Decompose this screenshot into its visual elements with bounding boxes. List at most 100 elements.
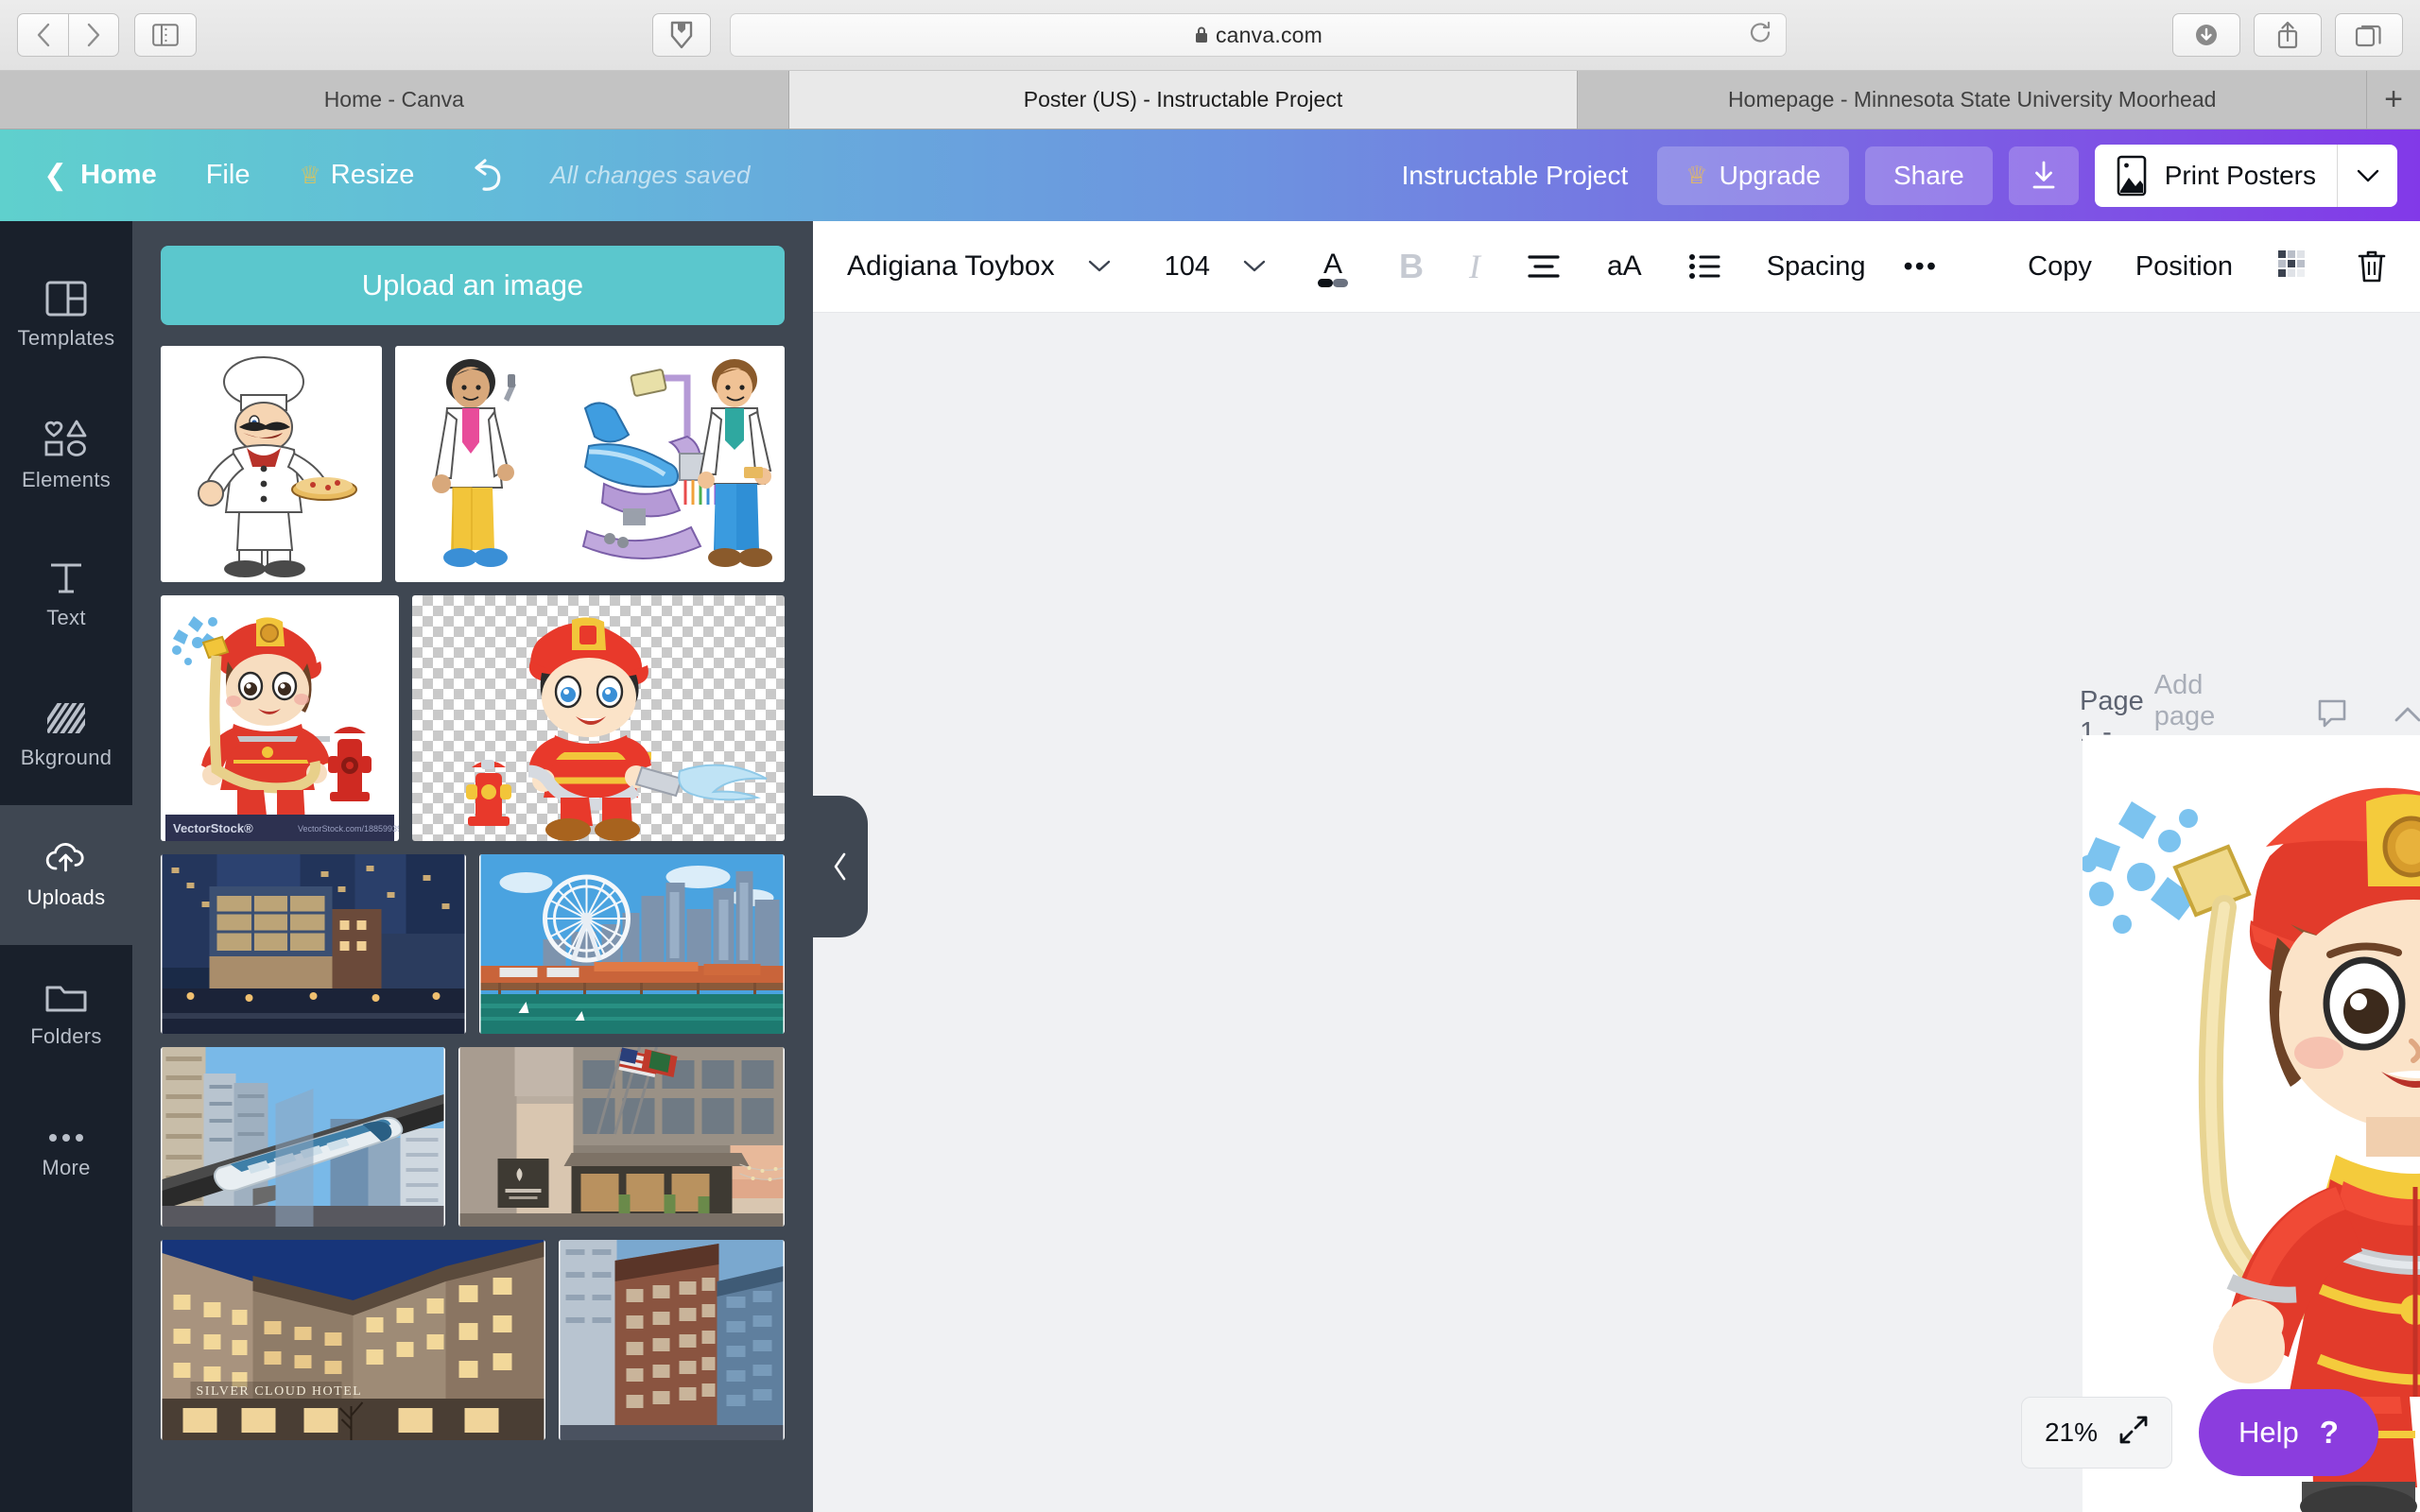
delete-button[interactable] [2356,248,2388,285]
home-button[interactable]: ❮ Home [43,159,157,192]
address-bar[interactable]: canva.com [730,13,1787,57]
share-button[interactable]: Share [1865,146,1993,205]
sidebar-item-bkground[interactable]: Bkground [0,665,132,805]
resize-label: Resize [330,160,415,190]
header-left-group: ❮ Home File ♕ Resize All changes saved [0,158,750,194]
new-tab-button[interactable]: + [2367,71,2420,129]
upgrade-label: Upgrade [1719,160,1821,190]
font-size-selector[interactable]: 104 [1165,251,1210,283]
print-dropdown-button[interactable] [2337,144,2397,207]
thumbnail-row [161,854,785,1034]
elements-icon [44,420,87,456]
background-icon [47,703,85,733]
sidebar-item-more[interactable]: More [0,1085,132,1225]
font-family-selector[interactable]: Adigiana Toybox [847,250,1055,283]
share-button[interactable] [2254,13,2322,57]
file-menu-button[interactable]: File [206,160,251,191]
spacing-button[interactable]: Spacing [1767,251,1866,283]
browser-tab-0[interactable]: Home - Canva [0,71,789,129]
tab-overview-icon [2355,25,2381,47]
sidebar-item-uploads[interactable]: Uploads [0,805,132,945]
chevron-left-icon: ❮ [43,160,68,191]
print-poster-icon [2095,155,2148,197]
collapse-panel-button[interactable] [813,796,868,937]
font-size-dropdown-button[interactable] [1242,253,1267,280]
copy-button[interactable]: Copy [2028,251,2092,283]
help-button[interactable]: Help ? [2199,1389,2378,1476]
undo-button[interactable] [467,158,507,194]
bullet-list-button[interactable] [1687,250,1721,283]
position-button[interactable]: Position [2135,251,2233,283]
upgrade-button[interactable]: ♕ Upgrade [1657,146,1849,205]
more-options-button[interactable]: ••• [1904,251,1938,283]
shield-icon [670,21,693,49]
document-title[interactable]: Instructable Project [1402,161,1629,191]
upload-an-image-button[interactable]: Upload an image [161,246,785,325]
forward-button[interactable] [68,13,119,57]
zoom-control[interactable]: 21% [2021,1397,2172,1469]
crown-icon: ♕ [299,161,321,189]
thumbnail-brick-highrise-buildings-photo[interactable] [559,1240,785,1440]
move-page-up-button[interactable] [2393,701,2420,732]
text-color-button[interactable]: A [1312,243,1354,290]
thumbnail-chef-with-pizza-clipart[interactable] [161,346,382,582]
text-align-button[interactable] [1526,250,1562,283]
crown-icon: ♕ [1685,161,1708,189]
header-right-group: Instructable Project ♕ Upgrade Share Pri… [1402,129,2397,221]
sidebar-item-templates[interactable]: Templates [0,246,132,386]
resize-button[interactable]: ♕ Resize [299,160,414,191]
thumbnail-firefighter-boy-spraying-water-transparent[interactable] [412,595,785,841]
downloads-button[interactable] [2172,13,2240,57]
zoom-level-label: 21% [2044,1418,2099,1447]
share-icon [2277,21,2298,49]
back-button[interactable] [17,13,68,57]
text-icon [51,563,81,593]
thumbnail-downtown-buildings-at-dusk-photo[interactable] [161,854,466,1034]
browser-chrome: canva.com [0,0,2420,71]
svg-text:A: A [1323,249,1342,280]
sidebar-item-label: Folders [30,1024,102,1048]
sidebar-item-folders[interactable]: Folders [0,945,132,1085]
silver-cloud-hotel-sign: SӀLVER CLOUD HOTEL [197,1384,363,1399]
print-posters-button[interactable]: Print Posters [2094,144,2397,207]
browser-tab-2[interactable]: Homepage - Minnesota State University Mo… [1578,71,2368,129]
thumbnail-silver-cloud-hotel-exterior-photo[interactable]: SӀLVER CLOUD HOTEL [161,1240,545,1440]
home-label: Home [80,160,157,190]
italic-button[interactable]: I [1469,247,1480,286]
browser-tab-1[interactable]: Poster (US) - Instructable Project [788,71,1579,129]
page-action-icons [2317,696,2420,738]
thumbnail-row [161,346,785,582]
sidebar-toggle-button[interactable] [134,13,197,57]
transparency-button[interactable] [2276,249,2312,284]
text-case-button[interactable]: aA [1607,250,1642,283]
chevron-down-icon [1243,260,1266,272]
trash-icon [2358,250,2386,283]
thumbnail-firefighter-girl-with-hydrant-vectorstock[interactable]: VectorStock® VectorStock.com/18859939 [161,595,399,841]
fit-to-screen-button[interactable] [2118,1415,2149,1452]
chevron-up-icon [2394,707,2420,722]
thumbnail-hotel-entrance-with-flags-photo[interactable] [458,1047,785,1227]
text-color-icon: A [1318,249,1348,287]
editor-area: Adigiana Toybox 104 A B I aA Spacing •••… [813,221,2420,1512]
format-bar-right-group: Copy Position [2028,248,2388,285]
tab-overview-button[interactable] [2335,13,2403,57]
font-family-dropdown-button[interactable] [1087,253,1112,280]
tracking-shield-button[interactable] [652,13,711,57]
thumbnail-monorail-between-skyscrapers-photo[interactable] [161,1047,445,1227]
browser-nav-group [17,13,119,57]
sidebar-item-elements[interactable]: Elements [0,386,132,525]
comment-button[interactable] [2317,698,2349,736]
thumbnail-row: VectorStock® VectorStock.com/18859939 [161,595,785,841]
sidebar-item-text[interactable]: Text [0,525,132,665]
download-icon [2032,161,2055,188]
thumbnail-row: SӀLVER CLOUD HOTEL [161,1240,785,1440]
thumbnail-row [161,1047,785,1227]
thumbnail-dentists-with-dental-chair-clipart[interactable] [395,346,785,582]
reload-button[interactable] [1748,21,1772,50]
download-button[interactable] [2008,146,2079,205]
bold-button[interactable]: B [1399,247,1424,286]
chevron-down-icon [2357,169,2378,181]
thumbnail-ferris-wheel-waterfront-skyline-photo[interactable] [479,854,785,1034]
vectorstock-url: VectorStock.com/18859939 [298,824,399,833]
back-arrow-icon [37,23,49,47]
